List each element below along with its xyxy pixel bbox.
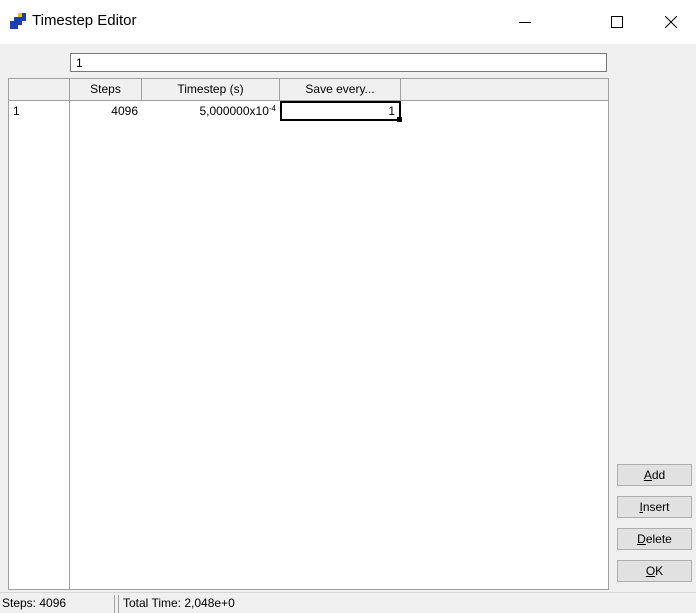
insert-button-label: Insert bbox=[639, 500, 670, 514]
window-title: Timestep Editor bbox=[32, 12, 137, 29]
maximize-icon bbox=[611, 16, 623, 28]
app-grid-icon bbox=[10, 13, 26, 29]
delete-button-label: Delete bbox=[637, 532, 672, 546]
cell-edit-field[interactable]: 1 bbox=[70, 53, 607, 72]
column-header-save-every[interactable]: Save every... bbox=[280, 79, 401, 101]
cell-timestep[interactable]: 5,000000x10-4 bbox=[142, 101, 280, 121]
grid-corner[interactable] bbox=[9, 79, 70, 101]
status-bar: Steps: 4096 Total Time: 2,048e+0 bbox=[0, 592, 696, 613]
timestep-grid[interactable]: Steps Timestep (s) Save every... 1 4096 … bbox=[8, 78, 609, 590]
ok-button-label: OK bbox=[645, 564, 664, 578]
maximize-button[interactable] bbox=[594, 0, 640, 44]
timestep-exponent: -4 bbox=[268, 104, 276, 113]
ok-button[interactable]: OK bbox=[617, 560, 692, 582]
close-icon bbox=[665, 16, 677, 28]
status-steps: Steps: 4096 bbox=[0, 595, 115, 613]
minimize-icon bbox=[519, 22, 531, 23]
delete-button[interactable]: Delete bbox=[617, 528, 692, 550]
add-button[interactable]: Add bbox=[617, 464, 692, 486]
save-every-value: 1 bbox=[388, 104, 395, 118]
fill-handle[interactable] bbox=[397, 117, 402, 122]
timestep-mantissa: 5,000000x10 bbox=[199, 104, 269, 118]
row-header-column bbox=[9, 79, 70, 589]
minimize-button[interactable] bbox=[502, 0, 548, 44]
status-total-time: Total Time: 2,048e+0 bbox=[118, 595, 423, 613]
close-button[interactable] bbox=[648, 0, 694, 44]
title-bar: Timestep Editor bbox=[0, 0, 696, 44]
add-button-label: Add bbox=[643, 468, 666, 482]
insert-button[interactable]: Insert bbox=[617, 496, 692, 518]
cell-steps[interactable]: 4096 bbox=[70, 101, 142, 121]
column-header-empty bbox=[401, 79, 608, 101]
row-header-1[interactable]: 1 bbox=[9, 101, 70, 121]
column-header-steps[interactable]: Steps bbox=[70, 79, 142, 101]
column-header-timestep[interactable]: Timestep (s) bbox=[142, 79, 280, 101]
cell-save-every[interactable]: 1 bbox=[280, 101, 402, 122]
